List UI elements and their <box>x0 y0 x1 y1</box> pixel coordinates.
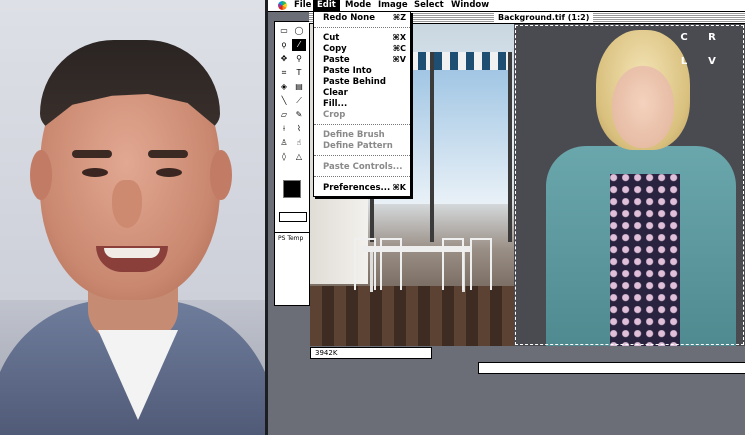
screen-mode-icons[interactable] <box>279 212 307 222</box>
document-title: Background.tif (1:2) <box>494 12 594 23</box>
menu-item-copy[interactable]: Copy <box>323 44 347 54</box>
document-status-bar: 3942K <box>310 347 432 359</box>
lasso-tool-icon[interactable]: ϙ <box>277 39 291 51</box>
line-tool-icon[interactable]: ╲ <box>277 95 291 107</box>
overlay-button-l[interactable]: L <box>676 54 692 70</box>
mac-desktop: File Edit Mode Image Select Window ▭ ◯ ϙ… <box>268 0 745 435</box>
toolbox-palette: ▭ ◯ ϙ ⁄ ✥ ⚲ ⌗ T ◈ ▤ ╲ ⟋ ▱ ✎ ⟊ ⌇ ♙ ☝ ◊ △ <box>274 21 310 233</box>
paint-bucket-tool-icon[interactable]: ◈ <box>277 81 291 93</box>
menu-item-clear[interactable]: Clear <box>323 88 348 98</box>
zoom-tool-icon[interactable]: ⚲ <box>292 53 306 65</box>
menu-item-define-pattern: Define Pattern <box>323 141 393 151</box>
menu-separator <box>314 27 410 28</box>
apple-menu-icon[interactable] <box>278 1 287 10</box>
chair <box>470 238 492 290</box>
side-panel: PS Temp <box>274 232 310 306</box>
menu-file[interactable]: File <box>294 0 311 11</box>
brush-tool-icon[interactable]: ⌇ <box>292 123 306 135</box>
menu-separator <box>314 155 410 156</box>
overlay-button-r[interactable]: R <box>704 30 720 46</box>
menu-mode[interactable]: Mode <box>345 0 371 11</box>
foreground-color-swatch[interactable] <box>283 180 301 198</box>
move-tool-icon[interactable]: ✥ <box>277 53 291 65</box>
menu-edit[interactable]: Edit <box>313 0 340 11</box>
wood-floor <box>310 286 514 346</box>
menu-separator <box>314 176 410 177</box>
blur-tool-icon[interactable]: ◊ <box>277 151 291 163</box>
menu-image[interactable]: Image <box>378 0 408 11</box>
marquee-rect-tool-icon[interactable]: ▭ <box>277 25 291 37</box>
presenter-eye-right <box>156 168 182 177</box>
menu-item-preferences[interactable]: Preferences... <box>323 183 390 193</box>
magic-wand-tool-icon[interactable]: ⁄ <box>292 39 306 51</box>
overlay-button-c[interactable]: C <box>676 30 692 46</box>
gradient-tool-icon[interactable]: ▤ <box>292 81 306 93</box>
webcam-feed <box>0 0 265 435</box>
window-frame <box>430 52 434 242</box>
document-size-readout: 3942K <box>315 349 338 357</box>
side-panel-label: PS Temp <box>278 235 304 242</box>
overlay-button-v[interactable]: V <box>704 54 720 70</box>
shortcut-preferences: ⌘K <box>392 183 406 192</box>
presenter-ear-right <box>210 150 232 200</box>
stamp-tool-icon[interactable]: ♙ <box>277 137 291 149</box>
background-window-edge <box>478 362 745 374</box>
presenter-eye-left <box>82 168 108 177</box>
shortcut-cut: ⌘X <box>392 33 406 42</box>
presenter-nose <box>112 180 142 228</box>
crop-tool-icon[interactable]: ⌗ <box>277 67 291 79</box>
shortcut-copy: ⌘C <box>392 44 406 53</box>
sharpen-tool-icon[interactable]: △ <box>292 151 306 163</box>
window-frame <box>508 52 512 242</box>
airbrush-tool-icon[interactable]: ⟊ <box>277 123 291 135</box>
menu-item-paste[interactable]: Paste <box>323 55 350 65</box>
chair <box>442 238 464 290</box>
menu-item-define-brush: Define Brush <box>323 130 385 140</box>
presenter-teeth <box>104 248 160 258</box>
type-tool-icon[interactable]: T <box>292 67 306 79</box>
eraser-tool-icon[interactable]: ▱ <box>277 109 291 121</box>
menu-select[interactable]: Select <box>414 0 444 11</box>
smudge-tool-icon[interactable]: ☝ <box>292 137 306 149</box>
menu-item-paste-controls: Paste Controls... <box>323 162 403 172</box>
shortcut-paste: ⌘V <box>392 55 406 64</box>
presenter-ear-left <box>30 150 52 200</box>
selection-marquee[interactable] <box>514 24 745 346</box>
menu-item-paste-into[interactable]: Paste Into <box>323 66 372 76</box>
menu-item-paste-behind[interactable]: Paste Behind <box>323 77 386 87</box>
presenter-brow-right <box>148 150 188 158</box>
chair <box>380 238 402 290</box>
chair <box>354 238 376 290</box>
menu-item-cut[interactable]: Cut <box>323 33 339 43</box>
menu-item-fill[interactable]: Fill... <box>323 99 347 109</box>
marquee-ellipse-tool-icon[interactable]: ◯ <box>292 25 306 37</box>
menu-item-crop: Crop <box>323 110 346 120</box>
shortcut-redo: ⌘Z <box>392 13 406 22</box>
pencil-tool-icon[interactable]: ✎ <box>292 109 306 121</box>
presenter-brow-left <box>72 150 112 158</box>
eyedropper-tool-icon[interactable]: ⟋ <box>292 95 306 107</box>
edit-menu-dropdown: Redo None ⌘Z Cut ⌘X Copy ⌘C Paste ⌘V Pas… <box>313 11 411 197</box>
menu-window[interactable]: Window <box>451 0 489 11</box>
menu-item-redo[interactable]: Redo None <box>323 13 375 23</box>
menu-separator <box>314 124 410 125</box>
